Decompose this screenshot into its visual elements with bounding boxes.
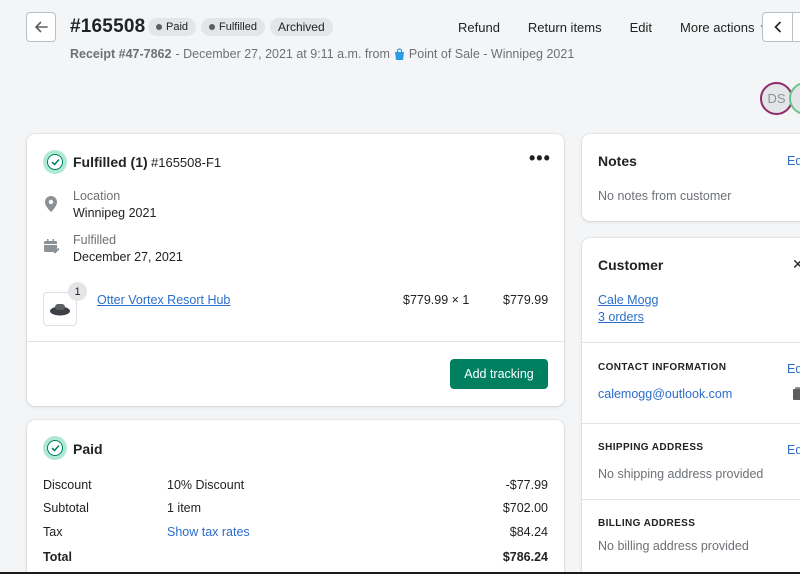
billing-address-text: No billing address provided bbox=[598, 539, 749, 553]
fulfilled-dot-icon bbox=[209, 24, 216, 30]
order-number: #165508 bbox=[70, 16, 146, 37]
calendar-check-icon bbox=[43, 238, 60, 260]
divider bbox=[582, 342, 800, 343]
fulfilled-label: Fulfilled bbox=[73, 233, 117, 247]
receipt-number: Receipt #47-7862 bbox=[70, 47, 172, 61]
ellipsis-menu-icon[interactable]: ••• bbox=[529, 148, 551, 169]
shopping-bag-icon bbox=[394, 47, 405, 61]
payment-row-discount: Discount 10% Discount -$77.99 bbox=[43, 478, 548, 494]
line-total: $779.99 bbox=[503, 293, 549, 307]
divider bbox=[582, 423, 800, 424]
avatar[interactable]: S bbox=[789, 82, 800, 115]
customer-email-link[interactable]: calemogg@outlook.com bbox=[598, 387, 732, 401]
notes-empty-text: No notes from customer bbox=[598, 189, 732, 203]
paid-title: Paid bbox=[73, 441, 103, 457]
shipping-heading: SHIPPING ADDRESS bbox=[598, 442, 704, 453]
row-label: Tax bbox=[43, 525, 63, 539]
more-actions-button[interactable]: More actions bbox=[680, 20, 769, 35]
shipping-edit-button[interactable]: Ed bbox=[787, 443, 800, 457]
paid-badge-label: Paid bbox=[166, 21, 189, 33]
previous-order-button[interactable] bbox=[763, 13, 793, 41]
edit-button[interactable]: Edit bbox=[630, 20, 652, 35]
row-amount: $786.24 bbox=[502, 550, 548, 564]
quantity-badge: 1 bbox=[68, 282, 87, 301]
fulfilled-badge-label: Fulfilled bbox=[219, 21, 257, 33]
sales-channel: Point of Sale - Winnipeg 2021 bbox=[408, 47, 575, 61]
divider bbox=[582, 499, 800, 500]
payment-row-total: Total $786.24 bbox=[43, 550, 548, 566]
header-actions: Refund Return items Edit More actions bbox=[458, 20, 769, 35]
payment-card: Paid Discount 10% Discount -$77.99 Subto… bbox=[27, 420, 564, 574]
customer-name-link[interactable]: Cale Mogg bbox=[598, 293, 658, 307]
fulfilled-date: December 27, 2021 bbox=[73, 250, 183, 264]
row-description: 10% Discount bbox=[167, 478, 245, 492]
fulfillment-card: Fulfilled (1) #165508-F1 ••• Location Wi… bbox=[27, 134, 564, 406]
contact-heading: CONTACT INFORMATION bbox=[598, 362, 727, 373]
product-image-icon bbox=[50, 304, 70, 316]
notes-title: Notes bbox=[598, 153, 637, 169]
checkmark-circle-icon bbox=[43, 436, 67, 460]
copy-icon[interactable] bbox=[793, 387, 800, 405]
divider bbox=[27, 341, 564, 342]
notes-edit-button[interactable]: Ed bbox=[787, 154, 800, 168]
back-button[interactable] bbox=[26, 12, 56, 42]
row-amount: $84.24 bbox=[509, 525, 548, 539]
checkmark-circle-icon bbox=[43, 150, 67, 174]
price-quantity: $779.99 × 1 bbox=[403, 293, 470, 307]
location-pin-icon bbox=[43, 195, 59, 218]
archived-badge-label: Archived bbox=[277, 20, 325, 34]
customer-orders-link[interactable]: 3 orders bbox=[598, 310, 644, 324]
return-items-button[interactable]: Return items bbox=[528, 20, 602, 35]
more-actions-label: More actions bbox=[680, 20, 755, 35]
row-label: Discount bbox=[43, 478, 92, 492]
paid-dot-icon bbox=[156, 24, 162, 30]
payment-row-subtotal: Subtotal 1 item $702.00 bbox=[43, 501, 548, 517]
notes-card: Notes Ed No notes from customer bbox=[582, 134, 800, 221]
payment-row-tax: Tax Show tax rates $84.24 bbox=[43, 525, 548, 541]
close-icon[interactable]: ✕ bbox=[792, 256, 800, 273]
customer-title: Customer bbox=[598, 257, 664, 273]
receipt-details: - December 27, 2021 at 9:11 a.m. from bbox=[175, 47, 390, 61]
fulfilled-badge: Fulfilled bbox=[201, 18, 265, 36]
row-amount: -$77.99 bbox=[505, 478, 548, 492]
product-link[interactable]: Otter Vortex Resort Hub bbox=[97, 293, 230, 307]
show-tax-rates-link[interactable]: Show tax rates bbox=[167, 525, 250, 539]
page-header: #165508 Paid Fulfilled Archived Receipt … bbox=[0, 0, 800, 120]
add-tracking-button[interactable]: Add tracking bbox=[450, 359, 548, 389]
shipping-address-text: No shipping address provided bbox=[598, 467, 764, 481]
row-label: Total bbox=[43, 550, 72, 564]
paid-badge: Paid bbox=[148, 18, 197, 36]
status-badges: Paid Fulfilled Archived bbox=[148, 18, 333, 36]
row-description: 1 item bbox=[167, 501, 202, 515]
receipt-info: Receipt #47-7862 - December 27, 2021 at … bbox=[70, 47, 574, 61]
archived-badge: Archived bbox=[269, 18, 333, 36]
fulfilled-title: Fulfilled (1) bbox=[73, 154, 148, 170]
arrow-left-icon bbox=[35, 21, 48, 33]
location-value: Winnipeg 2021 bbox=[73, 206, 157, 220]
order-pager bbox=[762, 12, 800, 42]
row-amount: $702.00 bbox=[502, 501, 548, 515]
fulfillment-id: #165508-F1 bbox=[151, 155, 222, 170]
staff-avatars: DS S bbox=[760, 82, 800, 115]
location-label: Location bbox=[73, 189, 121, 203]
refund-button[interactable]: Refund bbox=[458, 20, 500, 35]
chevron-left-icon bbox=[773, 21, 781, 33]
customer-card: Customer ✕ Cale Mogg 3 orders CONTACT IN… bbox=[582, 238, 800, 574]
billing-heading: BILLING ADDRESS bbox=[598, 518, 696, 529]
row-label: Subtotal bbox=[43, 501, 89, 515]
contact-edit-button[interactable]: Ed bbox=[787, 362, 800, 376]
